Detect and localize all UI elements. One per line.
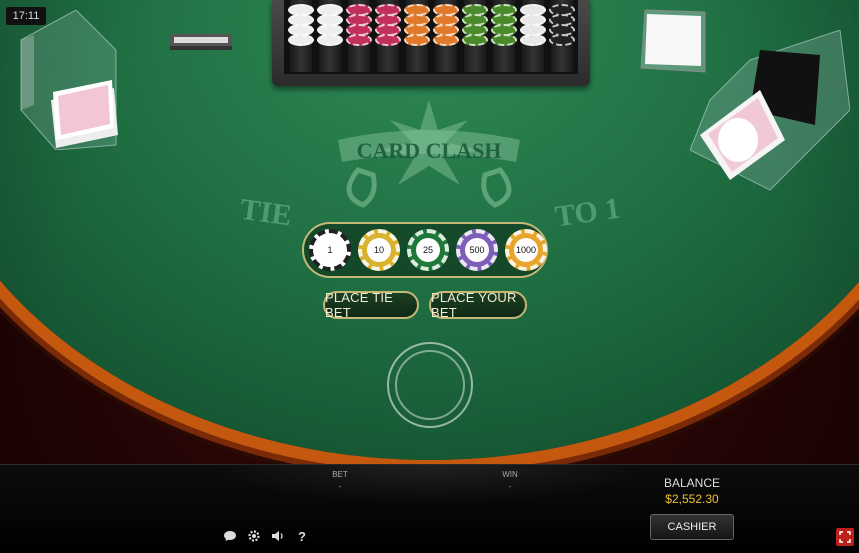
balance-value: $2,552.30 — [665, 492, 719, 506]
place-your-bet-button[interactable]: PLACE YOUR BET — [429, 290, 527, 320]
card-clash-logo: CARD CLASH — [338, 100, 520, 208]
bet-value: - — [338, 482, 342, 491]
pays-right: TO 1 — [552, 191, 622, 234]
tray-chip-stack — [375, 0, 401, 72]
place-tie-bet-button[interactable]: PLACE TIE BET — [323, 290, 419, 320]
bet-label: BET — [332, 470, 348, 479]
tray-chip-stack — [288, 0, 314, 72]
chip-tray — [272, 0, 590, 86]
win-label: WIN — [502, 470, 518, 479]
tray-chip-stack — [462, 0, 488, 72]
tray-chip-stack — [520, 0, 546, 72]
chip-1000[interactable]: 1000 — [505, 229, 547, 271]
tray-chip-stack — [433, 0, 459, 72]
logo-text: CARD CLASH — [357, 138, 502, 163]
pays-left: TIE — [238, 192, 294, 233]
toolbar-icons: ? — [222, 527, 310, 545]
chip-value: 1000 — [514, 238, 538, 262]
bet-spot[interactable] — [387, 342, 473, 428]
discard-holder — [20, 10, 118, 150]
chip-10[interactable]: 10 — [358, 229, 400, 271]
tray-chip-stack — [549, 0, 575, 72]
game-table: 17:11 CARD CLASH TIE TO 1 1 10 25 500 10… — [0, 0, 859, 553]
chip-selector: 1 10 25 500 1000 — [302, 222, 548, 278]
sound-icon[interactable] — [270, 528, 286, 544]
chip-25[interactable]: 25 — [407, 229, 449, 271]
win-value: - — [508, 482, 512, 491]
chat-icon[interactable] — [222, 528, 238, 544]
chip-value: 25 — [416, 238, 440, 262]
tray-chip-stack — [317, 0, 343, 72]
tray-chip-stack — [491, 0, 517, 72]
chip-value: 500 — [465, 238, 489, 262]
chip-1[interactable]: 1 — [309, 229, 351, 271]
tray-chip-stack — [346, 0, 372, 72]
balance-label: BALANCE — [663, 476, 721, 490]
card-clip — [170, 34, 232, 50]
fullscreen-icon[interactable] — [836, 528, 854, 546]
help-icon[interactable]: ? — [294, 528, 310, 544]
settings-icon[interactable] — [246, 528, 262, 544]
chip-value: 10 — [367, 238, 391, 262]
chip-500[interactable]: 500 — [456, 229, 498, 271]
tray-chip-stack — [404, 0, 430, 72]
chip-value: 1 — [318, 238, 342, 262]
cashier-button[interactable]: CASHIER — [650, 514, 734, 540]
card-shoe — [690, 30, 850, 191]
